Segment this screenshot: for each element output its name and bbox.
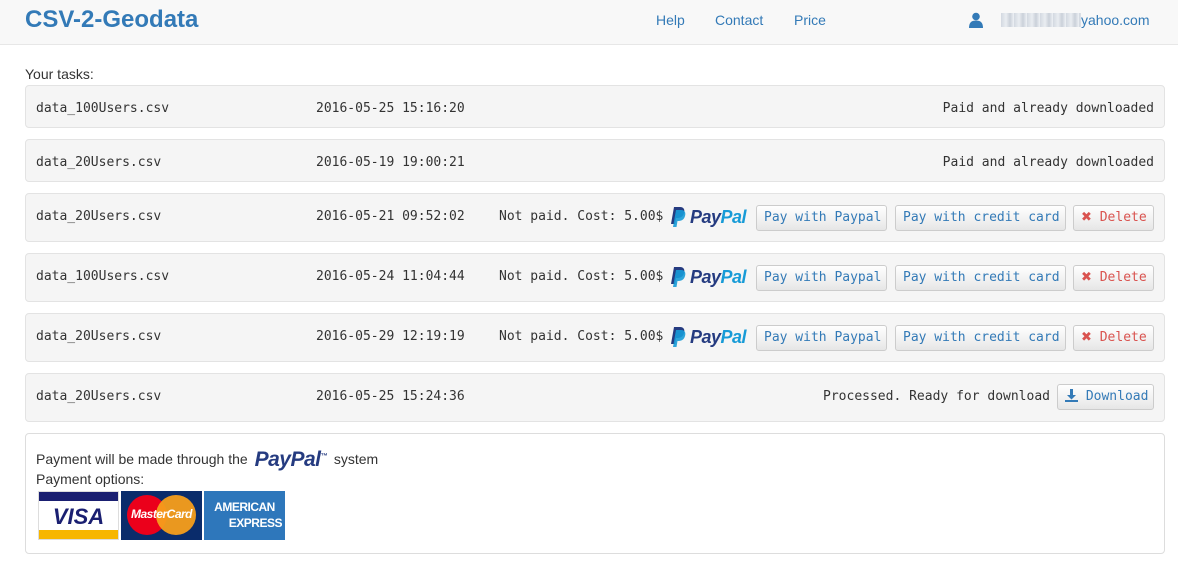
- task-filename: data_20Users.csv: [36, 209, 162, 224]
- payment-info-text: Payment will be made through the PayPal™…: [36, 448, 379, 471]
- task-date: 2016-05-24 11:04:44: [316, 269, 465, 284]
- download-label: Download: [1085, 389, 1149, 404]
- task-status: Processed. Ready for download: [823, 389, 1050, 404]
- task-filename: data_100Users.csv: [36, 269, 170, 284]
- paypal-p-icon: [671, 267, 686, 287]
- delete-button[interactable]: ✖ Delete: [1073, 205, 1154, 231]
- task-date: 2016-05-19 19:00:21: [316, 155, 465, 170]
- paypal-p-icon: [671, 207, 686, 227]
- pay-with-credit-card-button[interactable]: Pay with credit card: [895, 205, 1066, 231]
- task-date: 2016-05-25 15:16:20: [316, 101, 465, 116]
- user-email[interactable]: yahoo.com: [1001, 12, 1149, 28]
- redacted-email-part: [1001, 13, 1081, 27]
- delete-button[interactable]: ✖ Delete: [1073, 325, 1154, 351]
- task-date: 2016-05-21 09:52:02: [316, 209, 465, 224]
- task-filename: data_20Users.csv: [36, 329, 162, 344]
- brand-logo[interactable]: CSV-2-Geodata: [25, 6, 198, 34]
- task-status: Paid and already downloaded: [942, 101, 1154, 116]
- task-row: data_20Users.csv 2016-05-21 09:52:02 Not…: [25, 193, 1165, 242]
- download-button[interactable]: Download: [1057, 384, 1154, 410]
- delete-button[interactable]: ✖ Delete: [1073, 265, 1154, 291]
- paypal-logo: PayPal: [670, 326, 750, 350]
- paypal-logo: PayPal: [670, 206, 750, 230]
- mastercard-logo: MasterCard: [121, 491, 202, 540]
- user-icon: [969, 12, 983, 28]
- delete-label: Delete: [1099, 270, 1147, 285]
- tasks-label: Your tasks:: [25, 66, 94, 82]
- paypal-logo-pay: Pay: [690, 207, 721, 227]
- nav-contact-link[interactable]: Contact: [715, 12, 763, 28]
- task-status: Not paid. Cost: 5.00$: [499, 269, 664, 284]
- close-icon: ✖: [1081, 210, 1092, 225]
- payment-options-label: Payment options:: [36, 471, 145, 487]
- paypal-logo-large: PayPal™: [254, 448, 328, 471]
- paypal-logo: PayPal: [670, 266, 750, 290]
- task-date: 2016-05-29 12:19:19: [316, 329, 465, 344]
- task-status: Not paid. Cost: 5.00$: [499, 329, 664, 344]
- pay-with-paypal-button[interactable]: Pay with Paypal: [756, 325, 887, 351]
- task-row: data_20Users.csv 2016-05-29 12:19:19 Not…: [25, 313, 1165, 362]
- task-status: Paid and already downloaded: [942, 155, 1154, 170]
- paypal-p-icon: [671, 327, 686, 347]
- task-row: data_20Users.csv 2016-05-25 15:24:36 Pro…: [25, 373, 1165, 422]
- task-row: data_100Users.csv 2016-05-24 11:04:44 No…: [25, 253, 1165, 302]
- american-express-logo: AMERICAN EXPRESS: [204, 491, 285, 540]
- pay-with-credit-card-button[interactable]: Pay with credit card: [895, 325, 1066, 351]
- nav-help-link[interactable]: Help: [656, 12, 685, 28]
- visa-card-logo: VISA: [38, 491, 119, 540]
- paypal-logo-pal: Pal: [720, 267, 747, 287]
- close-icon: ✖: [1081, 330, 1092, 345]
- download-icon: [1065, 389, 1078, 402]
- paypal-logo-pal: Pal: [720, 327, 747, 347]
- navbar: CSV-2-Geodata Help Contact Price yahoo.c…: [0, 0, 1178, 45]
- task-filename: data_20Users.csv: [36, 155, 162, 170]
- paypal-logo-pal: Pal: [720, 207, 747, 227]
- task-status: Not paid. Cost: 5.00$: [499, 209, 664, 224]
- pay-with-paypal-button[interactable]: Pay with Paypal: [756, 265, 887, 291]
- pay-with-paypal-button[interactable]: Pay with Paypal: [756, 205, 887, 231]
- paypal-logo-pay: Pay: [690, 327, 721, 347]
- pay-with-credit-card-button[interactable]: Pay with credit card: [895, 265, 1066, 291]
- delete-label: Delete: [1099, 210, 1147, 225]
- delete-label: Delete: [1099, 330, 1147, 345]
- paypal-logo-pay: Pay: [690, 267, 721, 287]
- task-filename: data_100Users.csv: [36, 101, 170, 116]
- task-date: 2016-05-25 15:24:36: [316, 389, 465, 404]
- payment-info-panel: Payment will be made through the PayPal™…: [25, 433, 1165, 554]
- task-row: data_20Users.csv 2016-05-19 19:00:21 Pai…: [25, 139, 1165, 182]
- close-icon: ✖: [1081, 270, 1092, 285]
- task-row: data_100Users.csv 2016-05-25 15:16:20 Pa…: [25, 85, 1165, 128]
- nav-price-link[interactable]: Price: [794, 12, 826, 28]
- task-filename: data_20Users.csv: [36, 389, 162, 404]
